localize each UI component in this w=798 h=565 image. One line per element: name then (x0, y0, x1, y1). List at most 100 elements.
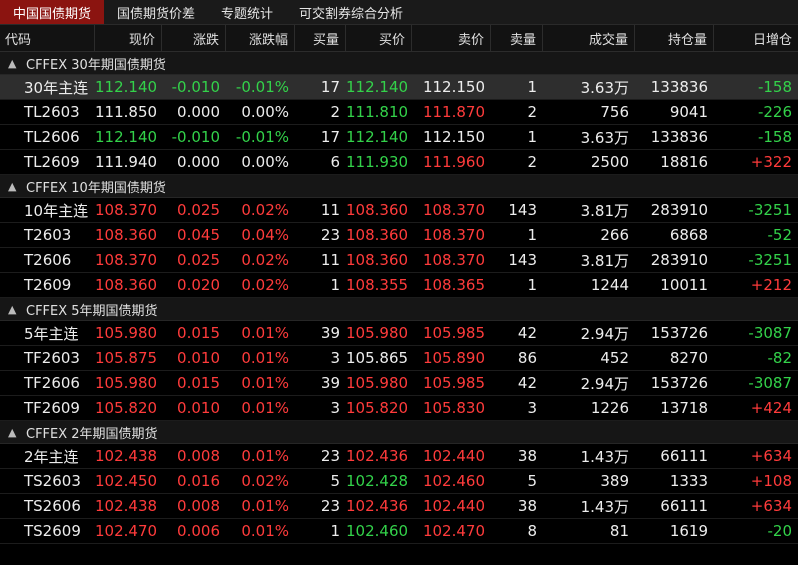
cell-daily-oi-change: -158 (757, 128, 792, 146)
group-title: CFFEX 2年期国债期货 (26, 426, 158, 442)
cell-daily-oi-change: -226 (757, 103, 792, 121)
tab-special-statistics[interactable]: 专题统计 (208, 0, 286, 24)
table-row[interactable]: T2609 108.360 0.020 0.02% 1 108.355 108.365 1 12… (0, 273, 798, 298)
cell-contract-code: TL2609 (24, 153, 80, 171)
tab-treasury-futures-spread[interactable]: 国债期货价差 (104, 0, 208, 24)
cell-daily-oi-change: +108 (750, 472, 792, 490)
group-title: CFFEX 5年期国债期货 (26, 303, 158, 319)
col-code[interactable]: 代码 (0, 25, 95, 51)
cell-ask-volume: 38 (517, 447, 537, 465)
cell-daily-oi-change: -3251 (748, 251, 792, 269)
table-row[interactable]: TS2606 102.438 0.008 0.01% 23 102.436 102.440 3… (0, 494, 798, 519)
cell-change-pct: 0.01% (241, 324, 289, 342)
cell-change: 0.016 (177, 472, 220, 490)
cell-open-interest: 66111 (660, 497, 708, 515)
col-change-pct[interactable]: 涨跌幅 (226, 25, 295, 51)
tab-china-treasury-futures[interactable]: 中国国债期货 (0, 0, 105, 24)
table-row[interactable]: TS2609 102.470 0.006 0.01% 1 102.460 102.470 8 8… (0, 519, 798, 544)
col-ask-volume[interactable]: 卖量 (491, 25, 543, 51)
cell-open-interest: 133836 (650, 128, 708, 146)
cell-daily-oi-change: -158 (757, 78, 792, 96)
cell-daily-oi-change: +322 (750, 153, 792, 171)
cell-ask-price: 102.440 (422, 497, 485, 515)
cell-open-interest: 66111 (660, 447, 708, 465)
cell-change: 0.015 (177, 374, 220, 392)
cell-volume: 1244 (590, 276, 629, 294)
cell-ask-price: 105.985 (422, 324, 485, 342)
table-row[interactable]: T2603 108.360 0.045 0.04% 23 108.360 108.370 1 2… (0, 223, 798, 248)
cell-bid-volume: 5 (330, 472, 340, 490)
table-row[interactable]: 30年主连 112.140 -0.010 -0.01% 17 112.140 112.150… (0, 75, 798, 100)
cell-change: -0.010 (171, 78, 220, 96)
cell-ask-price: 105.890 (422, 349, 485, 367)
cell-change-pct: 0.02% (241, 201, 289, 219)
cell-change: 0.015 (177, 324, 220, 342)
group-header[interactable]: ▲ CFFEX 2年期国债期货 (0, 421, 798, 444)
cell-price: 102.438 (95, 497, 158, 515)
cell-bid-volume: 3 (330, 349, 340, 367)
cell-price: 102.470 (95, 522, 158, 540)
cell-volume: 2500 (590, 153, 629, 171)
col-price[interactable]: 现价 (95, 25, 162, 51)
tab-deliverable-bond-analysis[interactable]: 可交割券综合分析 (286, 0, 416, 24)
collapse-chevron-icon[interactable]: ▲ (8, 426, 20, 439)
cell-ask-price: 102.470 (422, 522, 485, 540)
col-change[interactable]: 涨跌 (162, 25, 226, 51)
table-row[interactable]: TF2609 105.820 0.010 0.01% 3 105.820 105.830 3 1… (0, 396, 798, 421)
cell-ask-price: 111.870 (422, 103, 485, 121)
group-header[interactable]: ▲ CFFEX 30年期国债期货 (0, 52, 798, 75)
cell-bid-price: 102.436 (346, 497, 409, 515)
cell-contract-code: 5年主连 (24, 324, 79, 343)
cell-change-pct: 0.01% (241, 349, 289, 367)
cell-open-interest: 10011 (660, 276, 708, 294)
col-ask-price[interactable]: 卖价 (412, 25, 491, 51)
cell-open-interest: 153726 (650, 374, 708, 392)
table-row[interactable]: TS2603 102.450 0.016 0.02% 5 102.428 102.460 5 3… (0, 469, 798, 494)
cell-contract-code: 10年主连 (24, 201, 89, 220)
cell-contract-code: TF2606 (24, 374, 80, 392)
cell-price: 105.820 (95, 399, 158, 417)
col-bid-price[interactable]: 买价 (346, 25, 412, 51)
cell-bid-price: 108.360 (346, 251, 409, 269)
cell-bid-price: 108.360 (346, 201, 409, 219)
table-row[interactable]: TL2606 112.140 -0.010 -0.01% 17 112.140 112.15… (0, 125, 798, 150)
cell-ask-price: 102.460 (422, 472, 485, 490)
cell-ask-volume: 2 (527, 153, 537, 171)
table-row[interactable]: TL2609 111.940 0.000 0.00% 6 111.930 111.960 2 2… (0, 150, 798, 175)
collapse-chevron-icon[interactable]: ▲ (8, 303, 20, 316)
tab-bar: 中国国债期货 国债期货价差 专题统计 可交割券综合分析 (0, 0, 798, 25)
table-row[interactable]: TF2603 105.875 0.010 0.01% 3 105.865 105.890 86… (0, 346, 798, 371)
table-row[interactable]: TL2603 111.850 0.000 0.00% 2 111.810 111.870 2 7… (0, 100, 798, 125)
group-header[interactable]: ▲ CFFEX 5年期国债期货 (0, 298, 798, 321)
collapse-chevron-icon[interactable]: ▲ (8, 57, 20, 70)
cell-bid-volume: 23 (320, 497, 340, 515)
cell-volume: 452 (600, 349, 629, 367)
cell-price: 108.370 (95, 251, 158, 269)
cell-ask-price: 108.370 (422, 251, 485, 269)
col-daily-oi-change[interactable]: 日增仓 (714, 25, 798, 51)
cell-price: 102.450 (95, 472, 158, 490)
cell-bid-price: 102.460 (346, 522, 409, 540)
table-row[interactable]: 5年主连 105.980 0.015 0.01% 39 105.980 105.985 42 2… (0, 321, 798, 346)
col-open-interest[interactable]: 持仓量 (635, 25, 714, 51)
table-row[interactable]: T2606 108.370 0.025 0.02% 11 108.360 108.370 14… (0, 248, 798, 273)
cell-open-interest: 9041 (669, 103, 708, 121)
table-row[interactable]: TF2606 105.980 0.015 0.01% 39 105.980 105.985 4… (0, 371, 798, 396)
group-header[interactable]: ▲ CFFEX 10年期国债期货 (0, 175, 798, 198)
cell-ask-volume: 38 (517, 497, 537, 515)
table-row[interactable]: 2年主连 102.438 0.008 0.01% 23 102.436 102.440 38 1… (0, 444, 798, 469)
table-row[interactable]: 10年主连 108.370 0.025 0.02% 11 108.360 108.370 14… (0, 198, 798, 223)
collapse-chevron-icon[interactable]: ▲ (8, 180, 20, 193)
cell-change: 0.008 (177, 497, 220, 515)
cell-volume: 3.63万 (580, 128, 629, 147)
col-volume[interactable]: 成交量 (543, 25, 635, 51)
cell-change-pct: 0.02% (241, 472, 289, 490)
cell-change: 0.045 (177, 226, 220, 244)
cell-bid-price: 105.980 (346, 374, 409, 392)
cell-ask-price: 112.150 (422, 128, 485, 146)
col-bid-volume[interactable]: 买量 (295, 25, 346, 51)
cell-open-interest: 1333 (669, 472, 708, 490)
cell-open-interest: 283910 (650, 201, 708, 219)
cell-ask-volume: 3 (527, 399, 537, 417)
cell-change: 0.020 (177, 276, 220, 294)
